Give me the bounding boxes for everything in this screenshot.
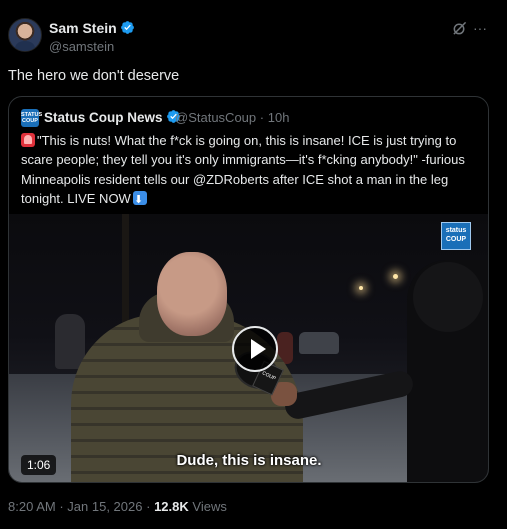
post-text: The hero we don't deserve — [8, 68, 180, 84]
street-light — [393, 274, 398, 279]
quote-author-name-row[interactable]: Status Coup News — [44, 109, 181, 125]
meta-separator: · — [146, 499, 151, 514]
post-date[interactable]: Jan 15, 2026 — [67, 499, 142, 514]
grok-icon[interactable] — [452, 21, 467, 36]
video-car — [299, 332, 339, 354]
video-bystander — [55, 314, 85, 369]
post-time[interactable]: 8:20 AM — [8, 499, 56, 514]
author-name-row[interactable]: Sam Stein — [49, 20, 135, 36]
post-meta: 8:20 AM · Jan 15, 2026 · 12.8K Views — [8, 499, 227, 514]
video-player[interactable]: COUP status COUP 1:06 Dude, this is insa… — [9, 214, 488, 482]
author-name[interactable]: Sam Stein — [49, 20, 117, 36]
status-coup-badge: status COUP — [441, 222, 471, 250]
down-arrow-emoji — [132, 190, 147, 210]
status-coup-logo[interactable]: STATUS COUP — [21, 109, 42, 127]
video-man-head — [157, 252, 227, 336]
meta-separator: · — [59, 499, 64, 514]
quote-handle[interactable]: @StatusCoup — [175, 110, 256, 125]
street-light — [359, 286, 363, 290]
quote-meta: @StatusCoup · 10h — [175, 110, 289, 125]
video-caption: Dude, this is insane. — [176, 452, 322, 469]
post: Sam Stein @samstein ··· The hero we don'… — [0, 0, 507, 529]
author-handle[interactable]: @samstein — [49, 39, 114, 54]
quoted-post[interactable]: STATUS COUP Status Coup News @StatusCoup… — [8, 96, 489, 483]
play-icon[interactable] — [232, 326, 278, 372]
quote-text: "This is nuts! What the f*ck is going on… — [21, 133, 465, 207]
quote-time[interactable]: 10h — [268, 110, 290, 125]
video-interviewer-head — [413, 262, 483, 332]
views-label: Views — [192, 499, 227, 514]
author-avatar[interactable] — [8, 18, 42, 52]
views-count[interactable]: 12.8K — [154, 499, 189, 514]
verified-badge-icon — [120, 21, 134, 34]
more-icon[interactable]: ··· — [473, 20, 487, 36]
alert-emoji — [21, 133, 35, 147]
quote-author-name[interactable]: Status Coup News — [44, 110, 163, 125]
quote-text-block: "This is nuts! What the f*ck is going on… — [21, 131, 483, 210]
quote-separator: · — [259, 110, 265, 125]
